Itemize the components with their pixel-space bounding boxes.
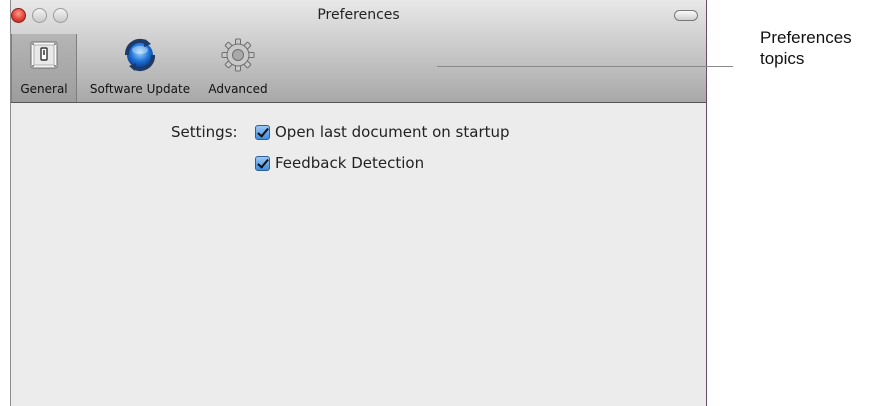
callout-line-2: topics: [760, 49, 805, 68]
callout-leader-line: [437, 66, 733, 67]
gear-icon: [219, 36, 257, 74]
toggle-switch-icon: [25, 36, 63, 74]
open-last-document-checkbox[interactable]: Open last document on startup: [255, 123, 510, 141]
toolbar-item-general[interactable]: General: [11, 34, 77, 102]
checkbox-checked-icon[interactable]: [255, 155, 270, 171]
callout-annotation: Preferences topics: [760, 27, 852, 69]
update-refresh-icon: [121, 36, 159, 74]
toolbar-toggle-button[interactable]: [674, 10, 698, 21]
toolbar-item-software-update[interactable]: Software Update: [81, 34, 199, 102]
checkbox-checked-icon[interactable]: [255, 124, 270, 140]
callout-line-1: Preferences: [760, 28, 852, 47]
toolbar-item-label: Software Update: [89, 82, 191, 96]
settings-label: Settings:: [171, 123, 238, 141]
feedback-detection-checkbox[interactable]: Feedback Detection: [255, 154, 424, 172]
toolbar-item-label: Advanced: [208, 82, 268, 96]
checkbox-label: Feedback Detection: [275, 154, 425, 172]
window-title: Preferences: [317, 7, 400, 23]
preferences-window: Preferences General Software Update Adva…: [10, 0, 707, 406]
checkbox-label: Open last document on startup: [275, 123, 510, 141]
toolbar-item-advanced[interactable]: Advanced: [201, 34, 275, 102]
titlebar-toolbar: Preferences General Software Update Adva…: [11, 0, 706, 103]
toolbar-item-label: General: [20, 82, 68, 96]
